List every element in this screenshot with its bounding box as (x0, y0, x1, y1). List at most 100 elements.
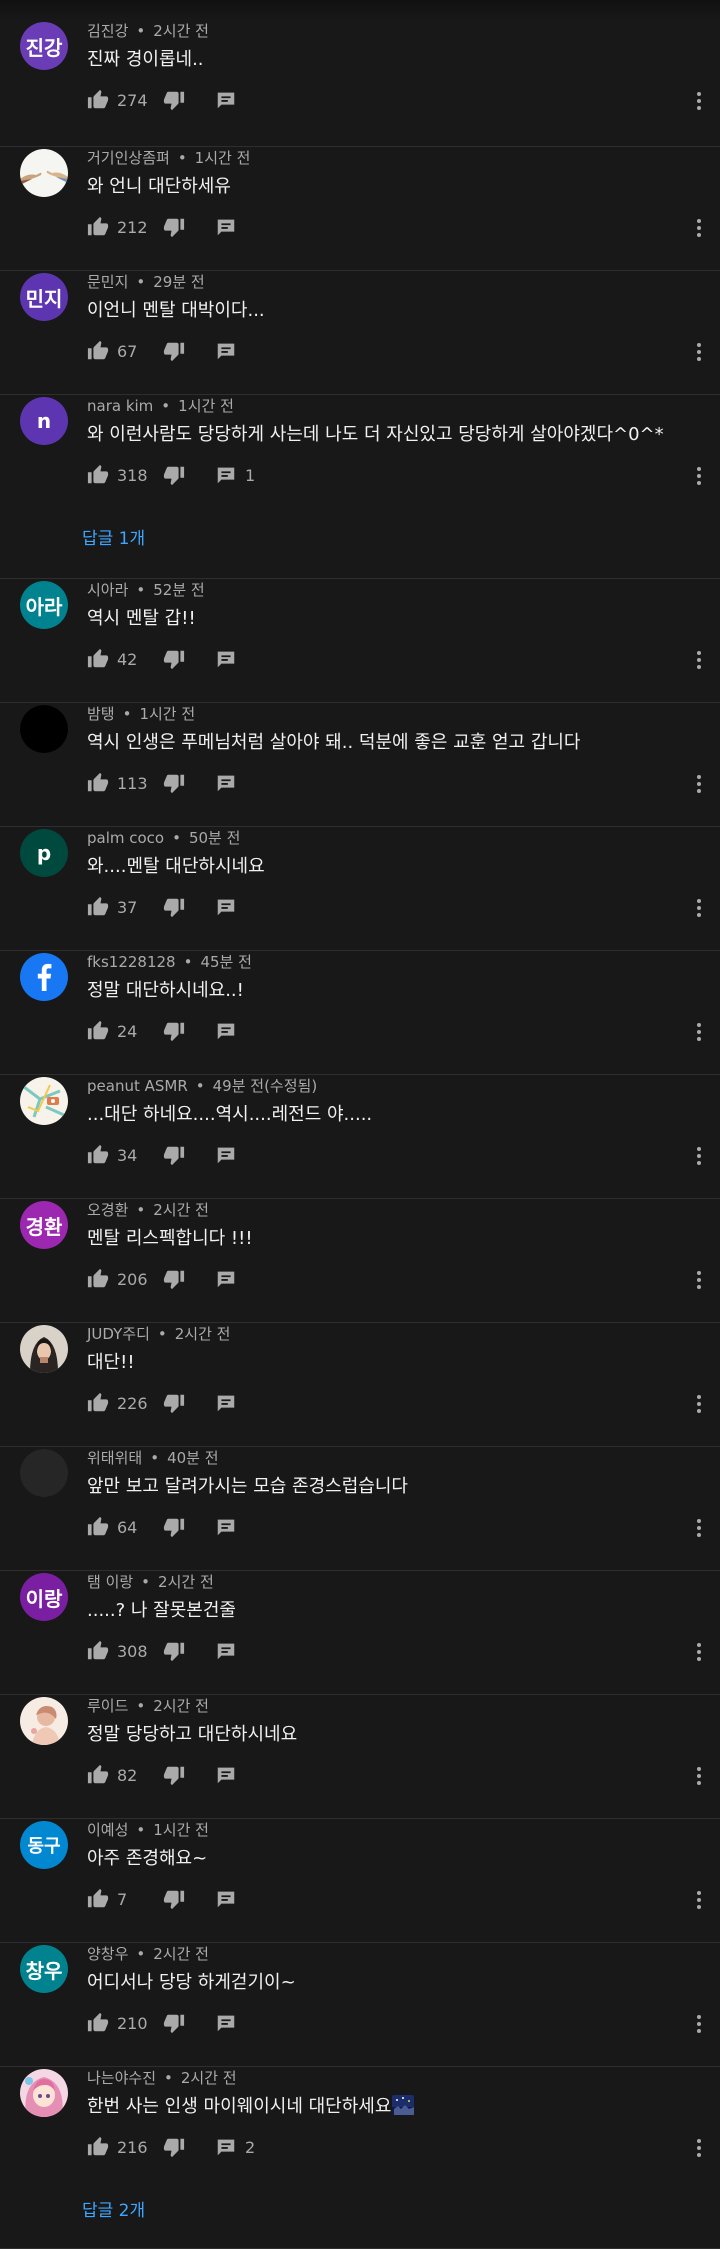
reply-button[interactable] (215, 1268, 237, 1290)
author-name[interactable]: 위태위태 (87, 1449, 142, 1467)
dislike-button[interactable] (163, 1144, 185, 1166)
avatar[interactable] (20, 1077, 68, 1125)
like-button[interactable]: 82 (87, 1764, 149, 1786)
author-name[interactable]: 거기인상좀펴 (87, 149, 170, 167)
comment-time[interactable]: 45분 전 (200, 953, 251, 971)
dislike-button[interactable] (163, 896, 185, 918)
dislike-button[interactable] (163, 1888, 185, 1910)
reply-button[interactable] (215, 896, 237, 918)
reply-button[interactable] (215, 89, 237, 111)
avatar[interactable] (20, 1325, 68, 1373)
reply-button[interactable] (215, 1020, 237, 1042)
author-name[interactable]: JUDY주디 (87, 1325, 150, 1343)
author-name[interactable]: 문민지 (87, 273, 128, 291)
dislike-button[interactable] (163, 648, 185, 670)
like-button[interactable]: 37 (87, 896, 149, 918)
avatar[interactable]: 창우 (20, 1945, 68, 1993)
reply-button[interactable] (215, 1640, 237, 1662)
more-vert-icon[interactable] (696, 1023, 702, 1041)
view-replies-link[interactable]: 답글 2개 (82, 2196, 145, 2221)
more-vert-icon[interactable] (696, 343, 702, 361)
dislike-button[interactable] (163, 1516, 185, 1538)
author-name[interactable]: peanut ASMR (87, 1077, 188, 1095)
more-vert-icon[interactable] (696, 1767, 702, 1785)
reply-button[interactable] (215, 1144, 237, 1166)
more-vert-icon[interactable] (696, 651, 702, 669)
avatar[interactable]: 민지 (20, 273, 68, 321)
reply-button[interactable] (215, 772, 237, 794)
author-name[interactable]: 시아라 (87, 581, 128, 599)
more-vert-icon[interactable] (696, 899, 702, 917)
avatar[interactable]: 이랑 (20, 1573, 68, 1621)
avatar[interactable]: 아라 (20, 581, 68, 629)
author-name[interactable]: 이예성 (87, 1821, 128, 1839)
more-vert-icon[interactable] (696, 1271, 702, 1289)
like-button[interactable]: 67 (87, 340, 149, 362)
author-name[interactable]: 김진강 (87, 22, 128, 40)
comment-time[interactable]: 52분 전 (153, 581, 204, 599)
author-name[interactable]: 탬 이랑 (87, 1573, 133, 1591)
author-name[interactable]: 오경환 (87, 1201, 128, 1219)
comment-time[interactable]: 2시간 전 (181, 2069, 237, 2087)
author-name[interactable]: 밤탱 (87, 705, 115, 723)
dislike-button[interactable] (163, 1020, 185, 1042)
author-name[interactable]: fks1228128 (87, 953, 176, 971)
more-vert-icon[interactable] (696, 775, 702, 793)
dislike-button[interactable] (163, 2012, 185, 2034)
author-name[interactable]: 루이드 (87, 1697, 128, 1715)
dislike-button[interactable] (163, 1392, 185, 1414)
dislike-button[interactable] (163, 216, 185, 238)
dislike-button[interactable] (163, 1640, 185, 1662)
author-name[interactable]: 양창우 (87, 1945, 128, 1963)
reply-button[interactable] (215, 2012, 237, 2034)
avatar[interactable] (20, 1697, 68, 1745)
reply-button[interactable] (215, 340, 237, 362)
comment-time[interactable]: 2시간 전 (175, 1325, 231, 1343)
avatar[interactable]: n (20, 397, 68, 445)
more-vert-icon[interactable] (696, 1891, 702, 1909)
like-button[interactable]: 34 (87, 1144, 149, 1166)
avatar[interactable]: p (20, 829, 68, 877)
comment-time[interactable]: 2시간 전 (153, 1697, 209, 1715)
like-button[interactable]: 113 (87, 772, 149, 794)
reply-button[interactable] (215, 1516, 237, 1538)
dislike-button[interactable] (163, 772, 185, 794)
avatar[interactable] (20, 2069, 68, 2117)
reply-button[interactable] (215, 1888, 237, 1910)
more-vert-icon[interactable] (696, 1643, 702, 1661)
dislike-button[interactable] (163, 340, 185, 362)
comment-time[interactable]: 2시간 전 (153, 22, 209, 40)
more-vert-icon[interactable] (696, 2139, 702, 2157)
avatar[interactable] (20, 705, 68, 753)
more-vert-icon[interactable] (696, 1519, 702, 1537)
author-name[interactable]: palm coco (87, 829, 164, 847)
comment-time[interactable]: 1시간 전 (178, 397, 234, 415)
like-button[interactable]: 308 (87, 1640, 149, 1662)
more-vert-icon[interactable] (696, 1395, 702, 1413)
comment-time[interactable]: 2시간 전 (158, 1573, 214, 1591)
like-button[interactable]: 64 (87, 1516, 149, 1538)
avatar[interactable] (20, 953, 68, 1001)
comment-time[interactable]: 1시간 전 (139, 705, 195, 723)
like-button[interactable]: 7 (87, 1888, 149, 1910)
more-vert-icon[interactable] (696, 2015, 702, 2033)
dislike-button[interactable] (163, 1268, 185, 1290)
more-vert-icon[interactable] (696, 467, 702, 485)
avatar[interactable] (20, 1449, 68, 1497)
reply-button[interactable] (215, 648, 237, 670)
author-name[interactable]: nara kim (87, 397, 153, 415)
more-vert-icon[interactable] (696, 219, 702, 237)
avatar[interactable]: 진강 (20, 22, 68, 70)
more-vert-icon[interactable] (696, 92, 702, 110)
comment-time[interactable]: 40분 전 (167, 1449, 218, 1467)
dislike-button[interactable] (163, 464, 185, 486)
reply-button[interactable]: 1 (215, 464, 255, 486)
comment-time[interactable]: 1시간 전 (195, 149, 251, 167)
like-button[interactable]: 206 (87, 1268, 149, 1290)
like-button[interactable]: 42 (87, 648, 149, 670)
comment-time[interactable]: 50분 전 (189, 829, 240, 847)
reply-button[interactable] (215, 216, 237, 238)
comment-time[interactable]: 2시간 전 (153, 1945, 209, 1963)
more-vert-icon[interactable] (696, 1147, 702, 1165)
dislike-button[interactable] (163, 1764, 185, 1786)
